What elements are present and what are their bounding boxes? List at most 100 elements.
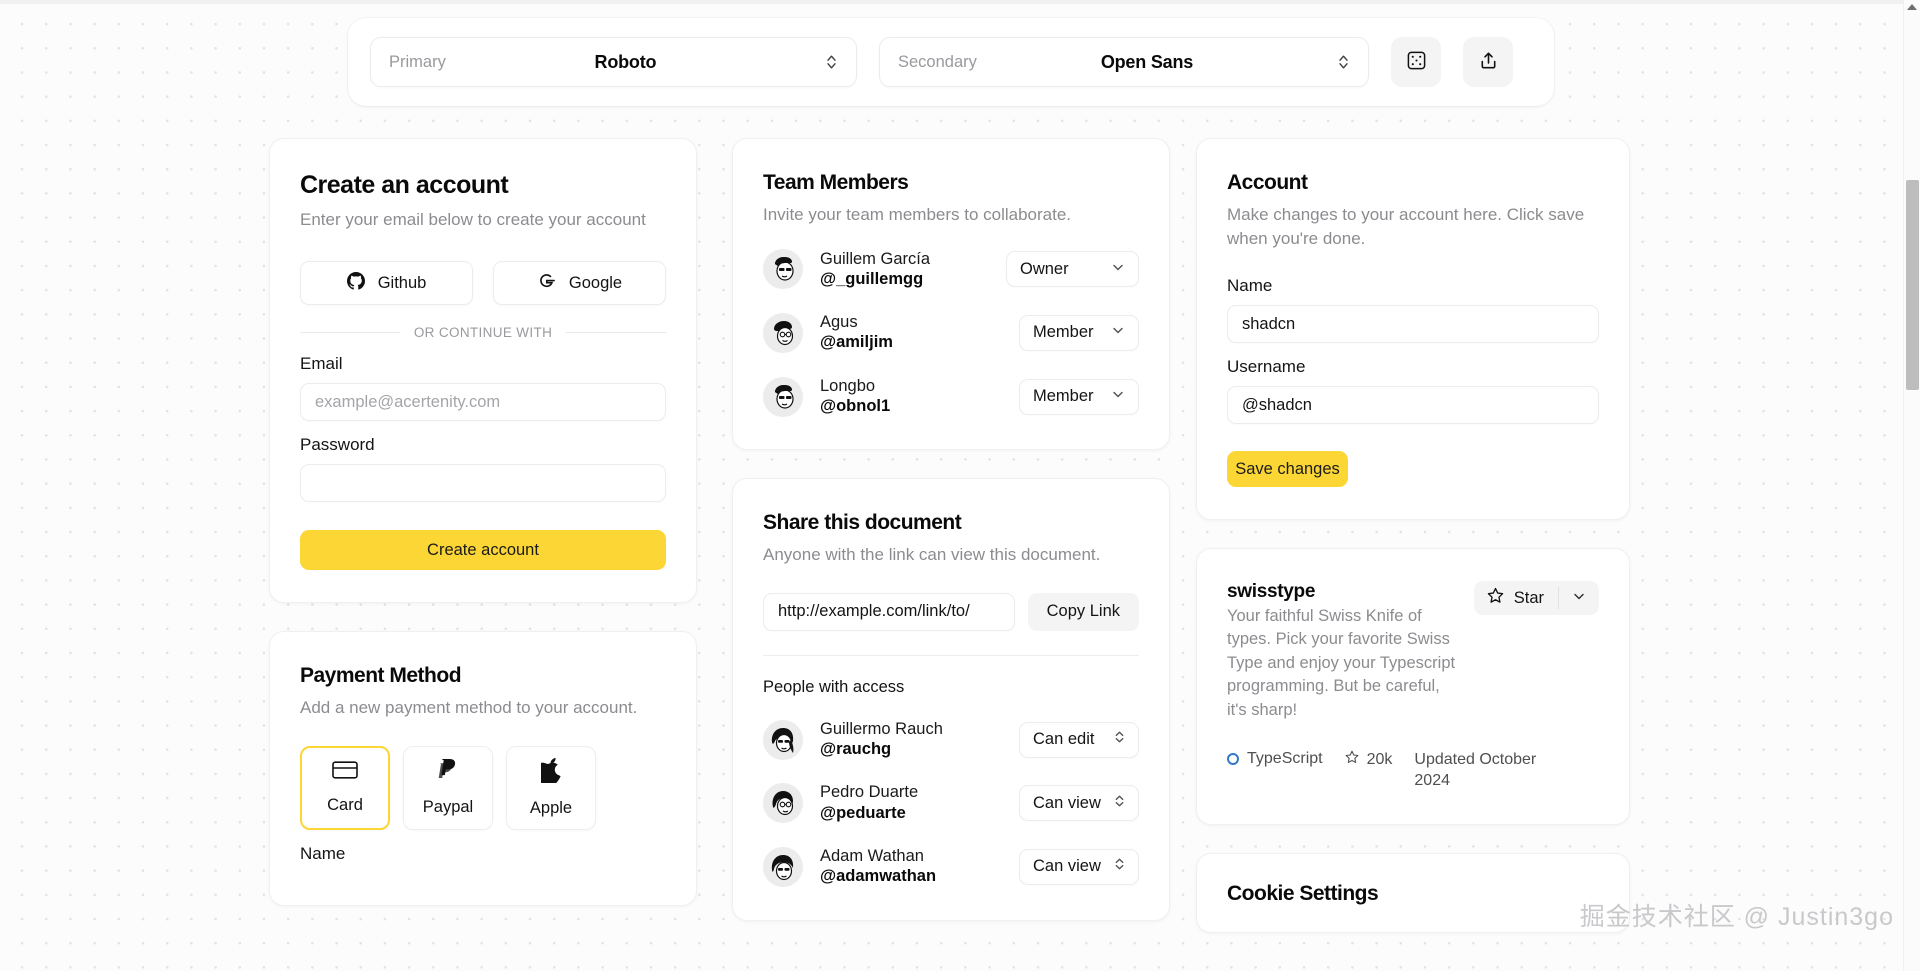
chevron-down-icon	[1111, 387, 1125, 406]
payment-method-card: Payment Method Add a new payment method …	[269, 631, 697, 906]
person-permission-value: Can view	[1033, 857, 1101, 876]
payment-name-label: Name	[300, 843, 346, 863]
person-handle: @peduarte	[820, 803, 906, 822]
chevron-down-icon	[1572, 589, 1586, 608]
person-handle: @adamwathan	[820, 867, 937, 886]
payment-option-card-label: Card	[327, 796, 363, 815]
primary-font-value: Roboto	[594, 51, 657, 72]
or-divider: OR CONTINUE WITH	[300, 325, 666, 340]
account-username-field[interactable]	[1227, 386, 1599, 425]
chevron-down-icon	[1111, 323, 1125, 342]
person-permission-select[interactable]: Can view	[1019, 848, 1139, 885]
password-field[interactable]	[300, 464, 666, 503]
list-item: Guillermo Rauch @rauchg Can edit	[763, 719, 1139, 761]
create-account-description: Enter your email below to create your ac…	[300, 209, 646, 229]
chevron-up-down-icon	[1114, 856, 1125, 877]
share-link-input[interactable]	[763, 592, 1015, 631]
create-account-button[interactable]: Create account	[300, 530, 666, 571]
star-icon	[1345, 750, 1359, 769]
right-column: Account Make changes to your account her…	[1196, 138, 1630, 933]
primary-font-select[interactable]: Primary Roboto	[370, 37, 857, 87]
star-dropdown-button[interactable]	[1559, 581, 1599, 615]
swisstype-description: Your faithful Swiss Knife of types. Pick…	[1227, 607, 1456, 719]
google-login-button[interactable]: Google	[493, 261, 666, 306]
google-login-label: Google	[568, 273, 623, 292]
page-title: Create an account	[300, 171, 509, 199]
github-login-label: Github	[377, 273, 427, 292]
member-identity: Agus @amiljim	[820, 312, 1002, 354]
payment-option-apple-label: Apple	[529, 798, 573, 817]
account-username-label: Username	[1227, 357, 1306, 377]
copy-link-button[interactable]: Copy Link	[1027, 592, 1139, 631]
randomize-button[interactable]	[1391, 37, 1441, 87]
team-members-card: Team Members Invite your team members to…	[732, 138, 1170, 451]
swisstype-repo-card: swisstype Your faithful Swiss Knife of t…	[1196, 548, 1630, 825]
share-document-card: Share this document Anyone with the link…	[732, 478, 1170, 921]
share-upload-icon	[1478, 50, 1499, 74]
divider-line-right	[566, 332, 666, 334]
scrollbar-thumb[interactable]	[1906, 180, 1919, 390]
account-card: Account Make changes to your account her…	[1196, 138, 1630, 521]
member-name: Agus	[820, 313, 858, 332]
language-label: TypeScript	[1247, 750, 1323, 768]
person-name: Adam Wathan	[820, 847, 924, 865]
swisstype-title: swisstype	[1227, 581, 1316, 603]
member-role-select[interactable]: Member	[1019, 314, 1139, 351]
table-row: Agus @amiljim Member	[763, 312, 1139, 354]
paypal-icon	[437, 758, 459, 787]
people-with-access-label: People with access	[763, 677, 905, 696]
swisstype-header: swisstype Your faithful Swiss Knife of t…	[1227, 581, 1599, 722]
person-identity: Pedro Duarte @peduarte	[820, 782, 1002, 824]
person-permission-select[interactable]: Can edit	[1019, 721, 1139, 758]
team-members-title: Team Members	[763, 171, 909, 194]
chevron-down-icon	[1111, 260, 1125, 279]
payment-method-title: Payment Method	[300, 664, 462, 688]
payment-method-description: Add a new payment method to your account…	[300, 698, 638, 718]
person-handle: @rauchg	[820, 740, 892, 758]
person-name: Pedro Duarte	[820, 783, 919, 802]
share-button[interactable]	[1463, 37, 1513, 87]
table-row: Longbo @obnol1 Member	[763, 376, 1139, 418]
account-name-label: Name	[1227, 276, 1273, 296]
star-button[interactable]: Star	[1474, 581, 1558, 615]
swisstype-text-block: swisstype Your faithful Swiss Knife of t…	[1227, 581, 1456, 722]
person-identity: Adam Wathan @adamwathan	[820, 846, 1002, 888]
member-handle: @_guillemgg	[820, 269, 924, 288]
font-toolbar: Primary Roboto Secondary Open Sans	[348, 18, 1554, 106]
scrollbar[interactable]	[1903, 0, 1920, 971]
member-role-select[interactable]: Member	[1019, 378, 1139, 415]
password-label: Password	[300, 435, 375, 455]
middle-column: Team Members Invite your team members to…	[732, 138, 1170, 949]
member-role-value: Member	[1033, 387, 1094, 405]
cookie-settings-card: Cookie Settings	[1196, 852, 1630, 933]
avatar	[763, 719, 803, 760]
scroll-up-arrow-icon[interactable]	[1907, 4, 1917, 10]
swisstype-meta-row: TypeScript 20k Updated October 2024	[1227, 750, 1599, 792]
list-item: Pedro Duarte @peduarte Can view	[763, 782, 1139, 824]
person-permission-select[interactable]: Can view	[1019, 785, 1139, 822]
github-login-button[interactable]: Github	[300, 261, 473, 306]
email-field[interactable]	[300, 383, 666, 422]
chevron-up-down-icon	[825, 52, 838, 72]
person-permission-value: Can view	[1033, 793, 1101, 812]
payment-option-paypal[interactable]: Paypal	[403, 745, 493, 830]
stars-count-label: 20k	[1366, 750, 1393, 768]
save-changes-button[interactable]: Save changes	[1227, 451, 1348, 488]
account-name-field[interactable]	[1227, 305, 1599, 344]
team-members-description: Invite your team members to collaborate.	[763, 205, 1072, 225]
list-item: Adam Wathan @adamwathan Can view	[763, 846, 1139, 888]
member-identity: Guillem García @_guillemgg	[820, 249, 989, 291]
member-role-value: Owner	[1020, 259, 1069, 278]
member-name: Longbo	[820, 376, 876, 395]
create-account-card: Create an account Enter your email below…	[269, 138, 697, 604]
secondary-font-select[interactable]: Secondary Open Sans	[879, 37, 1369, 87]
member-handle: @obnol1	[820, 396, 891, 415]
star-button-group[interactable]: Star	[1473, 581, 1599, 616]
table-row: Guillem García @_guillemgg Owner	[763, 249, 1139, 291]
avatar	[763, 249, 803, 290]
chevron-up-down-icon	[1114, 793, 1125, 814]
dice-icon	[1406, 50, 1427, 74]
payment-option-card[interactable]: Card	[300, 745, 390, 830]
member-role-select[interactable]: Owner	[1006, 251, 1139, 288]
payment-option-apple[interactable]: Apple	[506, 745, 596, 830]
